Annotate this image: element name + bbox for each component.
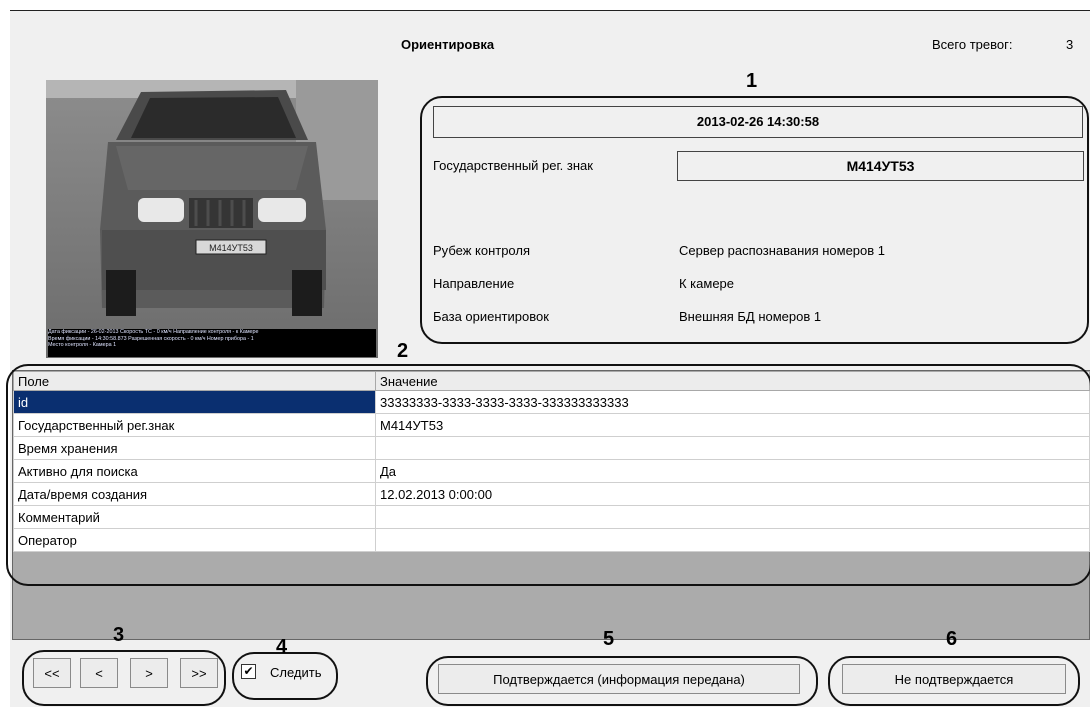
- photo-plate-text: М414УТ53: [209, 243, 253, 253]
- photo-caption: Дата фиксации - 26-02-2013 Скорость ТС -…: [48, 329, 376, 357]
- car-image: М414УТ53: [46, 80, 378, 358]
- callout-1-number: 1: [746, 70, 758, 92]
- vehicle-photo: М414УТ53 Дата фиксации - 26-02-2013 Скор…: [46, 80, 378, 358]
- callout-4-number: 4: [276, 636, 288, 658]
- total-alarms-count: 3: [1066, 37, 1074, 52]
- callout-6-number: 6: [946, 628, 958, 650]
- total-alarms-label: Всего тревог:: [932, 37, 1013, 52]
- callout-5-outline: [426, 656, 818, 706]
- callout-1-outline: [420, 96, 1089, 344]
- callout-2-outline: [6, 364, 1090, 586]
- callout-2-number: 2: [397, 340, 409, 362]
- callout-4-outline: [232, 652, 338, 700]
- callout-6-outline: [828, 656, 1080, 706]
- callout-3-outline: [22, 650, 226, 706]
- callout-5-number: 5: [603, 628, 615, 650]
- photo-caption-line: Место контроля - Камера 1: [48, 342, 117, 348]
- callout-3-number: 3: [113, 624, 125, 646]
- page-title: Ориентировка: [401, 37, 495, 52]
